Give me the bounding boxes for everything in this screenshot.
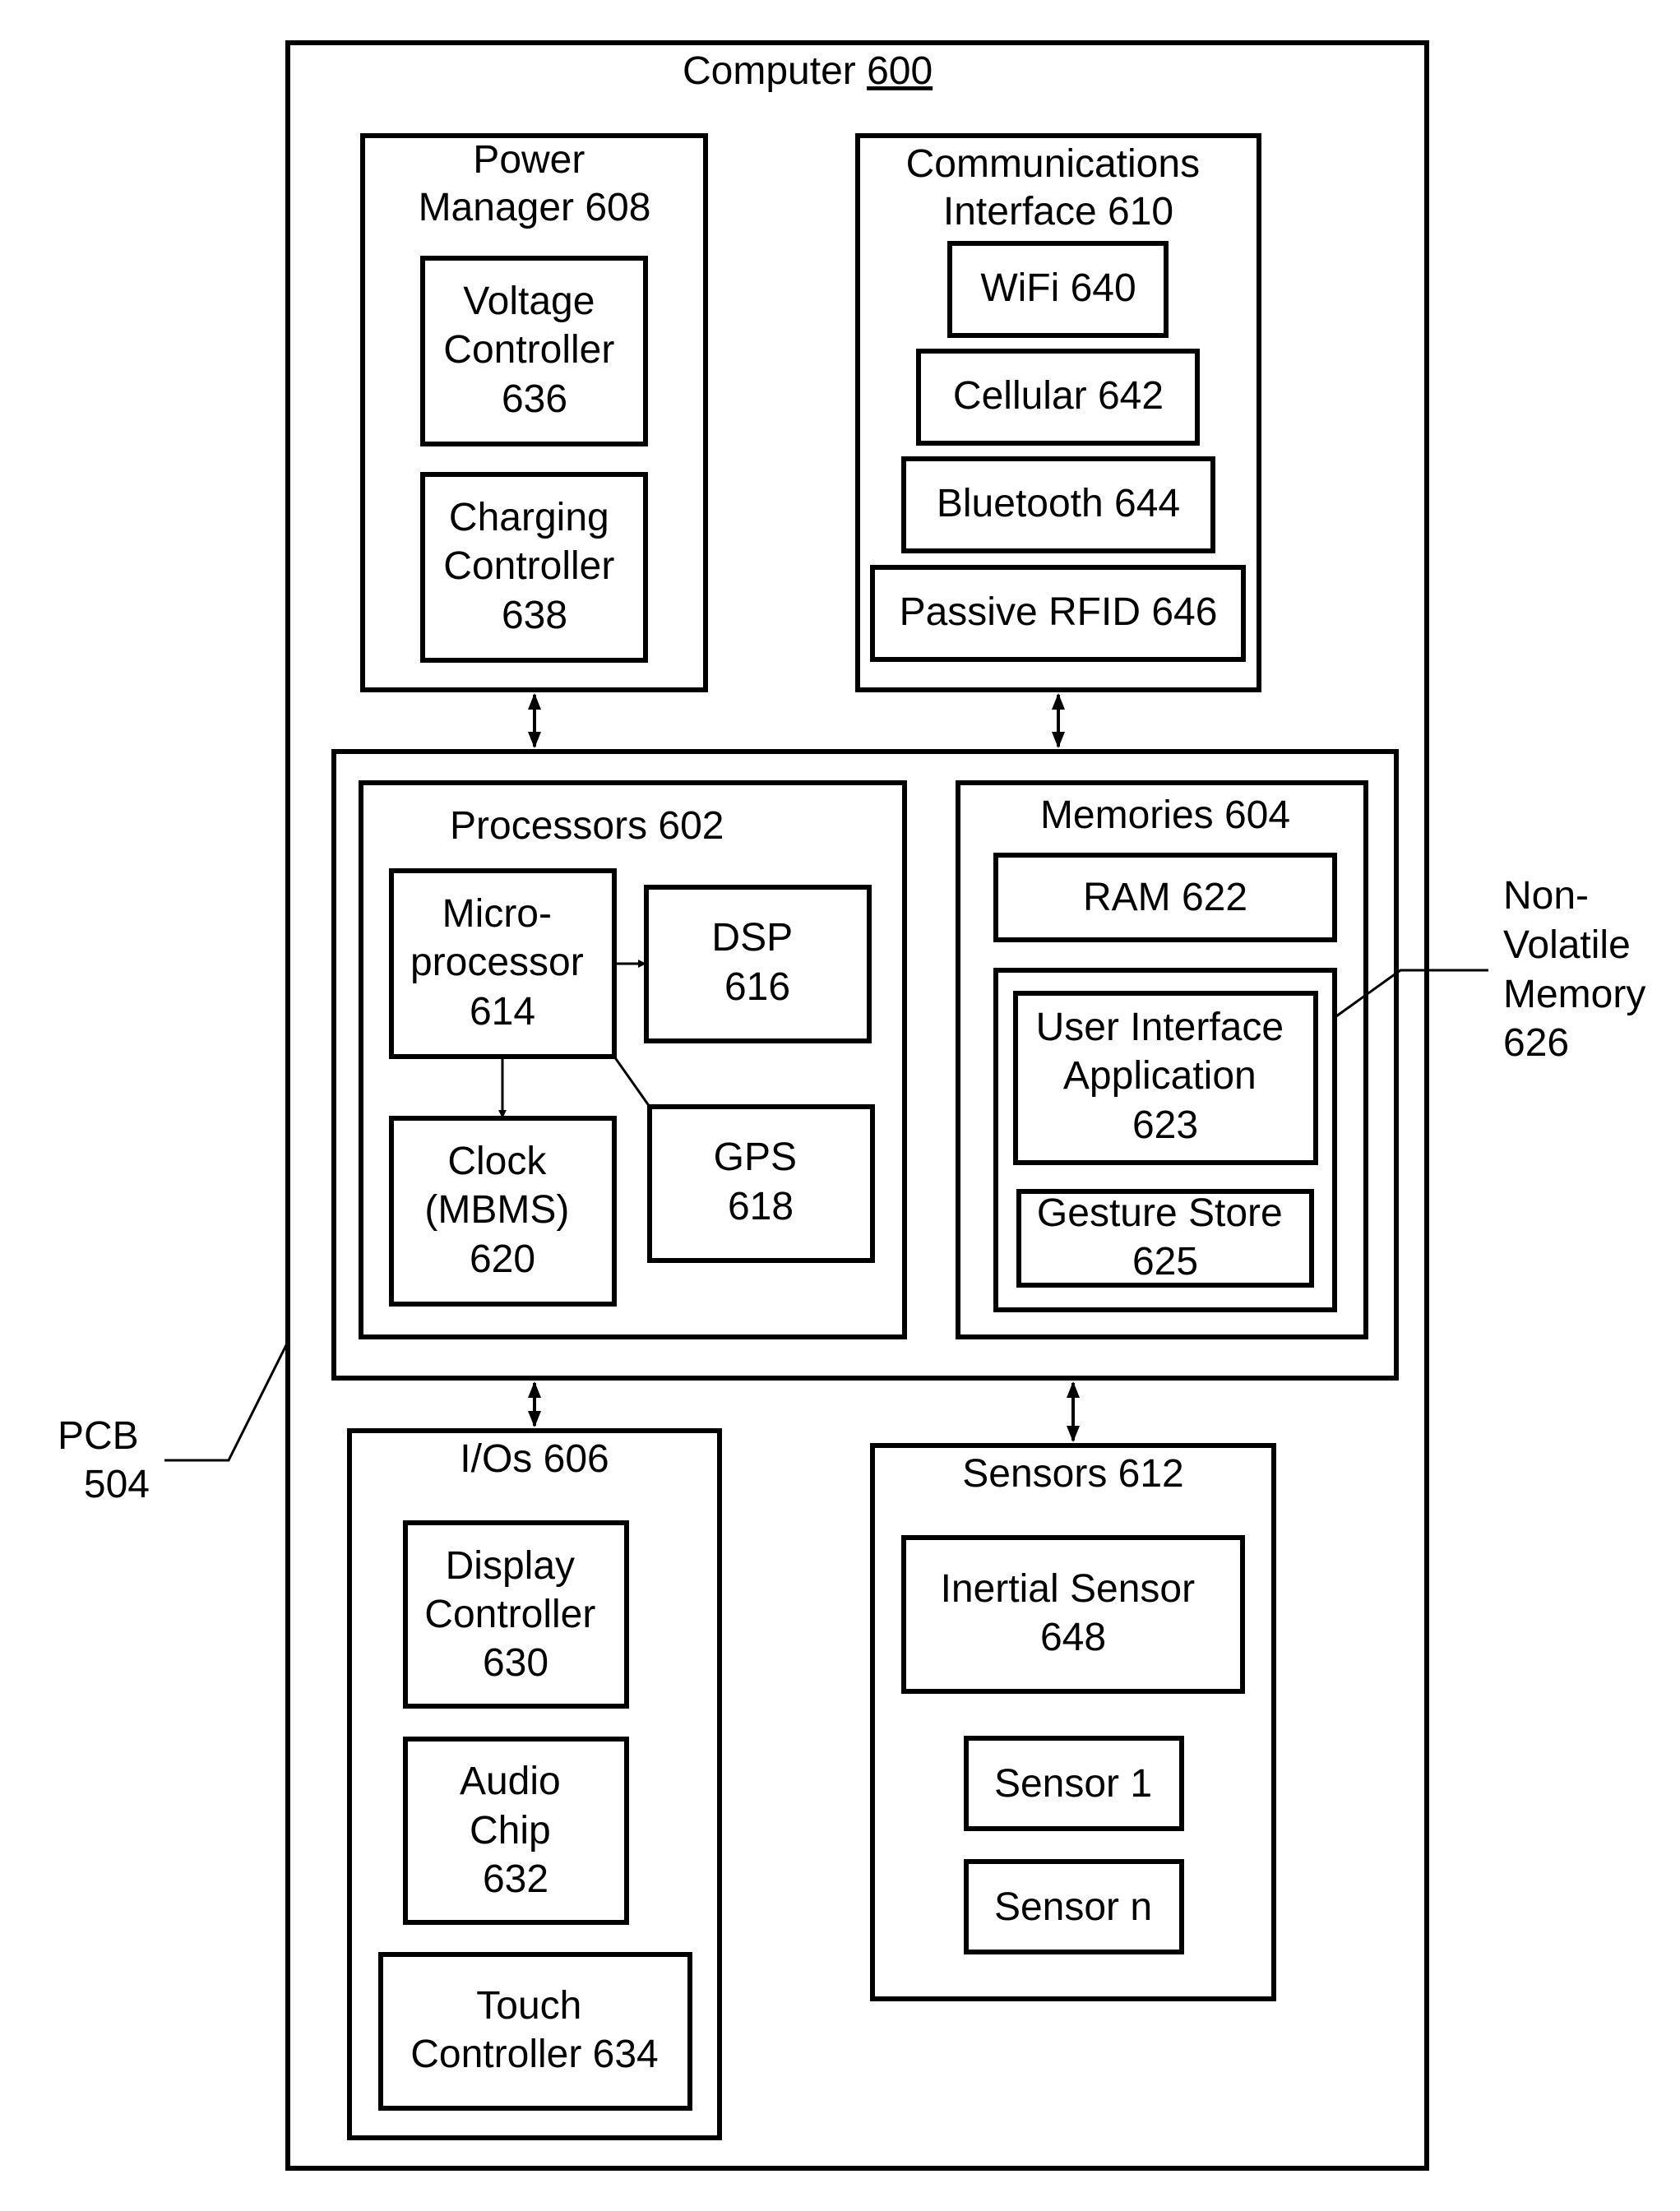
block-diagram: Computer 600 Power Manager 608 Voltage C… — [58, 40, 1657, 2171]
dsp-box — [644, 885, 872, 1043]
cellular-label: Cellular 642 — [953, 374, 1164, 418]
pcb-leader-line — [164, 1341, 289, 1462]
nvm-callout-label: Non- Volatile Memory 626 — [1503, 874, 1657, 1065]
computer-label: Computer 600 — [683, 49, 933, 93]
sensor-1-label: Sensor 1 — [994, 1762, 1152, 1806]
touch-controller-box — [378, 1952, 692, 2111]
diagram-canvas: Computer 600 Power Manager 608 Voltage C… — [0, 0, 1680, 2211]
ram-label: RAM 622 — [1083, 876, 1247, 919]
passive-rfid-label: Passive RFID 646 — [900, 590, 1218, 634]
processors-label: Processors 602 — [450, 804, 724, 848]
pcb-callout-label: PCB 504 — [58, 1414, 150, 1506]
memories-label: Memories 604 — [1040, 793, 1290, 837]
ios-label: I/Os 606 — [460, 1437, 609, 1481]
bluetooth-label: Bluetooth 644 — [937, 482, 1180, 525]
sensors-label: Sensors 612 — [962, 1452, 1184, 1496]
inertial-sensor-box — [901, 1535, 1245, 1694]
sensor-n-label: Sensor n — [994, 1885, 1152, 1929]
gps-box — [647, 1104, 875, 1263]
wifi-label: WiFi 640 — [980, 266, 1136, 310]
